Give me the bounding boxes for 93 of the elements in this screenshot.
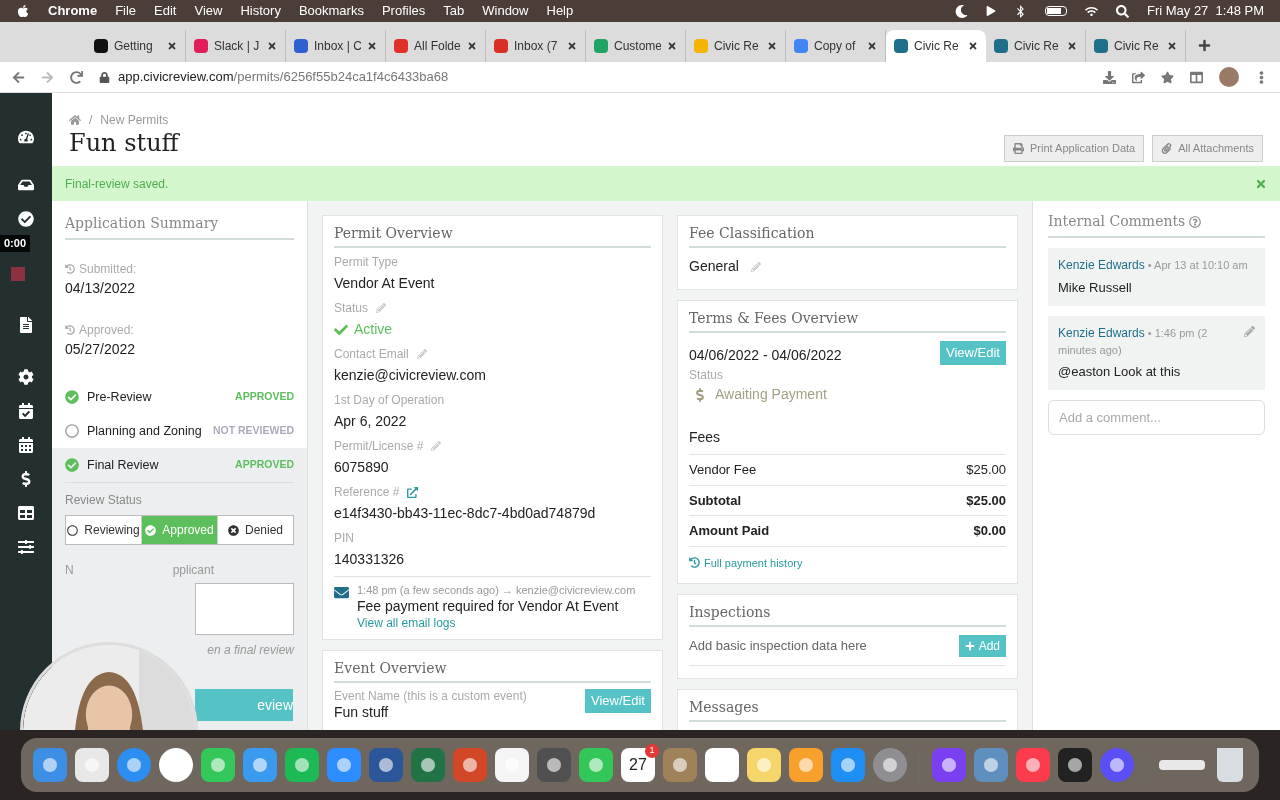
fees-heading: Fees: [689, 427, 1006, 455]
section-title: Internal Comments: [1048, 212, 1186, 231]
comment-text: Mike Russell: [1058, 279, 1133, 297]
review-step[interactable]: Planning and Zoning NOT REVIEWED: [52, 414, 307, 448]
tab-title: All Folde: [414, 38, 461, 55]
menu-item[interactable]: File: [115, 1, 137, 21]
review-name: Pre-Review: [87, 388, 153, 406]
card-title: Inspections: [689, 595, 1006, 627]
field-label: N: [65, 562, 74, 579]
menu-item[interactable]: Edit: [154, 1, 177, 21]
field-label: Status: [689, 367, 725, 384]
date-value: 04/13/2022: [65, 279, 137, 298]
tab-title: Civic Re: [1014, 38, 1060, 55]
section-title: Application Summary: [65, 201, 294, 240]
field-hint: en a final review: [206, 642, 294, 659]
tab-title: Civic Re: [914, 38, 960, 55]
card-title: Fee Classification: [689, 216, 1006, 248]
menu-item[interactable]: Help: [546, 1, 574, 21]
notification-badge: 1: [645, 744, 659, 758]
breadcrumb-separator: /: [89, 112, 93, 129]
fee-label: Amount Paid: [689, 522, 770, 540]
menu-item[interactable]: View: [194, 1, 223, 21]
tab-title: Getting: [114, 38, 154, 55]
payment-history-link[interactable]: Full payment history: [689, 554, 1006, 571]
menu-item[interactable]: Window: [482, 1, 529, 21]
tab-title: Slack | J: [214, 38, 261, 55]
review-step[interactable]: Final Review APPROVED: [52, 448, 307, 482]
field-value: 6075890: [334, 458, 390, 477]
field-label: 1st Day of Operation: [334, 392, 445, 409]
email-meta: 1:48 pm (a few seconds ago) → kenzie@civicreview.com: [357, 583, 636, 597]
field-value: Vendor At Event: [334, 274, 436, 293]
card-title: Messages: [689, 690, 1006, 722]
menu-item[interactable]: Bookmarks: [298, 1, 364, 21]
date-label: Submitted:: [79, 261, 137, 278]
menu-item[interactable]: Profiles: [381, 1, 426, 21]
alert-message: Final-review saved.: [65, 175, 169, 193]
field-label: Review Status: [65, 482, 294, 509]
status-value: Awaiting Payment: [715, 385, 827, 404]
field-value: e14f3430-bb43-11ec-8dc7-4bd0ad74879d: [334, 504, 597, 523]
browser-tab[interactable]: Civic Re: [886, 30, 986, 62]
fee-label: Subtotal: [689, 491, 741, 510]
card-title: Event Overview: [334, 651, 651, 683]
recorder-time: 0:00: [0, 235, 31, 252]
field-label: Event Name (this is a custom event): [334, 689, 527, 703]
field-label: Contact Email: [334, 346, 409, 363]
field-label: pplicant: [172, 562, 214, 579]
menu-item[interactable]: Tab: [443, 1, 465, 21]
review-option[interactable]: Denied: [218, 516, 293, 544]
tab-title: Copy of: [814, 38, 857, 55]
comment-meta: Kenzie Edwards • Apr 13 at 10:10 am: [1058, 257, 1249, 274]
tab-title: Custome: [614, 38, 661, 55]
inspection-text: Add basic inspection data here: [689, 637, 867, 656]
field-value: 140331326: [334, 550, 406, 569]
tab-title: Civic Re: [714, 38, 760, 55]
review-name: Final Review: [87, 456, 160, 474]
date-value: 05/27/2022: [65, 340, 137, 359]
field-value: General: [689, 257, 739, 276]
email-logs-link[interactable]: View all email logs: [357, 615, 636, 631]
date-label: Approved:: [79, 322, 134, 339]
email-subject: Fee payment required for Vendor At Event: [357, 597, 620, 615]
review-step[interactable]: Pre-Review APPROVED: [52, 380, 307, 414]
menu-item[interactable]: History: [240, 1, 281, 21]
tab-title: Civic Re: [1114, 38, 1160, 55]
date-range: 04/06/2022 - 04/06/2022: [689, 346, 842, 365]
comment-input[interactable]: Add a comment...: [1048, 399, 1265, 435]
card-title: Terms & Fees Overview: [689, 301, 1006, 333]
field-value: Fun stuff: [334, 703, 390, 721]
field-label: Status: [334, 300, 369, 317]
field-label: PIN: [334, 530, 354, 547]
menu-app-name[interactable]: Chrome: [48, 1, 98, 21]
page-title: Fun stuff: [69, 129, 179, 157]
review-status: APPROVED: [235, 389, 294, 405]
review-name: Planning and Zoning: [87, 422, 203, 440]
field-value: kenzie@civicreview.com: [334, 366, 487, 385]
field-label: Reference #: [334, 484, 400, 501]
fee-amount: $25.00: [966, 491, 1006, 510]
address-field[interactable]: app.civicreview.com/permits/6256f55b24ca1f4c6433ba68: [99, 67, 1087, 87]
fee-amount: $0.00: [973, 522, 1006, 540]
fee-label: Vendor Fee: [689, 461, 757, 479]
field-label: Permit Type: [334, 254, 398, 271]
review-status: NOT REVIEWED: [212, 423, 294, 439]
tab-title: Inbox | C: [314, 38, 361, 55]
menu-clock[interactable]: Fri May 27 1:48 PM: [1146, 1, 1264, 21]
field-value: Apr 6, 2022: [334, 412, 408, 431]
fee-amount: $25.00: [966, 461, 1006, 479]
field-label: Permit/License #: [334, 438, 424, 455]
url-text: app.civicreview.com/permits/6256f55b24ca1f4c6433ba68: [118, 68, 449, 87]
status-value: Active: [354, 320, 393, 339]
comment-meta: Kenzie Edwards • 1:46 pm (2 minutes ago): [1058, 324, 1209, 358]
card-title: Permit Overview: [334, 216, 651, 248]
tab-title: Inbox (7: [514, 38, 559, 55]
review-status: APPROVED: [235, 457, 294, 473]
comment-text: @easton Look at this: [1058, 363, 1182, 381]
